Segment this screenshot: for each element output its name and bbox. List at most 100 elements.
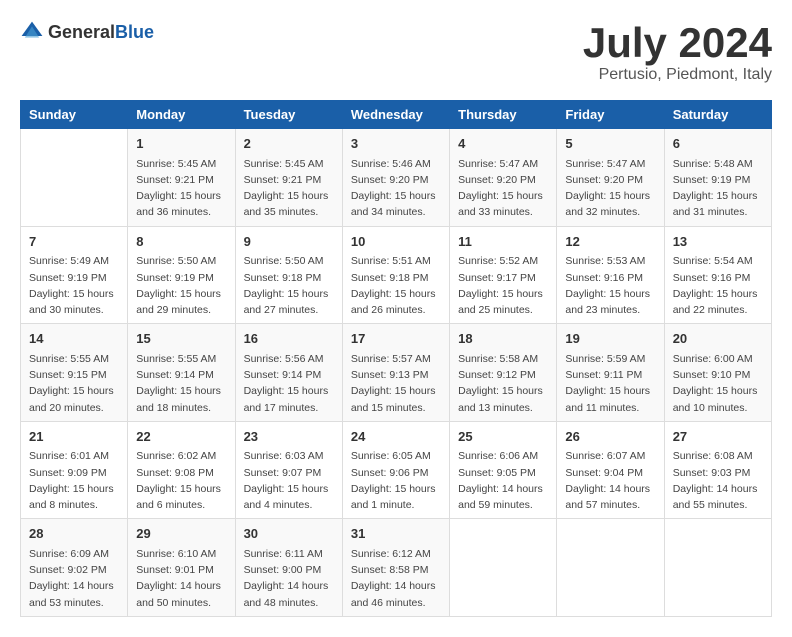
calendar-table: SundayMondayTuesdayWednesdayThursdayFrid…	[20, 100, 772, 617]
day-number: 15	[136, 329, 226, 349]
day-info: Sunrise: 5:53 AMSunset: 9:16 PMDaylight:…	[565, 253, 655, 318]
day-info: Sunrise: 5:59 AMSunset: 9:11 PMDaylight:…	[565, 351, 655, 416]
day-number: 12	[565, 232, 655, 252]
calendar-cell: 10Sunrise: 5:51 AMSunset: 9:18 PMDayligh…	[342, 226, 449, 324]
calendar-cell: 17Sunrise: 5:57 AMSunset: 9:13 PMDayligh…	[342, 324, 449, 422]
calendar-cell: 8Sunrise: 5:50 AMSunset: 9:19 PMDaylight…	[128, 226, 235, 324]
day-info: Sunrise: 6:10 AMSunset: 9:01 PMDaylight:…	[136, 546, 226, 611]
calendar-cell: 9Sunrise: 5:50 AMSunset: 9:18 PMDaylight…	[235, 226, 342, 324]
calendar-week-row: 14Sunrise: 5:55 AMSunset: 9:15 PMDayligh…	[21, 324, 772, 422]
day-info: Sunrise: 5:50 AMSunset: 9:18 PMDaylight:…	[244, 253, 334, 318]
day-number: 10	[351, 232, 441, 252]
day-number: 28	[29, 524, 119, 544]
calendar-week-row: 21Sunrise: 6:01 AMSunset: 9:09 PMDayligh…	[21, 421, 772, 519]
calendar-cell: 7Sunrise: 5:49 AMSunset: 9:19 PMDaylight…	[21, 226, 128, 324]
logo-icon	[20, 20, 44, 44]
calendar-header-friday: Friday	[557, 101, 664, 129]
day-info: Sunrise: 5:48 AMSunset: 9:19 PMDaylight:…	[673, 156, 763, 221]
day-number: 25	[458, 427, 548, 447]
calendar-cell: 15Sunrise: 5:55 AMSunset: 9:14 PMDayligh…	[128, 324, 235, 422]
day-number: 8	[136, 232, 226, 252]
calendar-header-row: SundayMondayTuesdayWednesdayThursdayFrid…	[21, 101, 772, 129]
day-number: 17	[351, 329, 441, 349]
calendar-cell: 26Sunrise: 6:07 AMSunset: 9:04 PMDayligh…	[557, 421, 664, 519]
calendar-cell: 18Sunrise: 5:58 AMSunset: 9:12 PMDayligh…	[450, 324, 557, 422]
calendar-cell	[21, 129, 128, 227]
day-number: 3	[351, 134, 441, 154]
day-info: Sunrise: 6:09 AMSunset: 9:02 PMDaylight:…	[29, 546, 119, 611]
day-number: 23	[244, 427, 334, 447]
day-number: 18	[458, 329, 548, 349]
logo-blue-text: Blue	[115, 22, 154, 42]
calendar-cell	[664, 519, 771, 617]
calendar-week-row: 1 Sunrise: 5:45 AMSunset: 9:21 PMDaylight…	[21, 129, 772, 227]
day-number: 5	[565, 134, 655, 154]
day-info: Sunrise: 5:47 AMSunset: 9:20 PMDaylight:…	[458, 156, 548, 221]
calendar-cell	[450, 519, 557, 617]
calendar-cell: 30Sunrise: 6:11 AMSunset: 9:00 PMDayligh…	[235, 519, 342, 617]
page-subtitle: Pertusio, Piedmont, Italy	[583, 66, 772, 84]
day-info: Sunrise: 6:03 AMSunset: 9:07 PMDaylight:…	[244, 448, 334, 513]
calendar-cell: 12Sunrise: 5:53 AMSunset: 9:16 PMDayligh…	[557, 226, 664, 324]
day-info: Sunrise: 5:57 AMSunset: 9:13 PMDaylight:…	[351, 351, 441, 416]
calendar-cell	[557, 519, 664, 617]
calendar-header-saturday: Saturday	[664, 101, 771, 129]
calendar-cell: 13Sunrise: 5:54 AMSunset: 9:16 PMDayligh…	[664, 226, 771, 324]
day-info: Sunrise: 5:51 AMSunset: 9:18 PMDaylight:…	[351, 253, 441, 318]
day-number: 19	[565, 329, 655, 349]
day-info: Sunrise: 5:52 AMSunset: 9:17 PMDaylight:…	[458, 253, 548, 318]
day-info: Sunrise: 5:55 AMSunset: 9:15 PMDaylight:…	[29, 351, 119, 416]
calendar-cell: 27Sunrise: 6:08 AMSunset: 9:03 PMDayligh…	[664, 421, 771, 519]
day-number: 26	[565, 427, 655, 447]
day-info: Sunrise: 5:47 AMSunset: 9:20 PMDaylight:…	[565, 156, 655, 221]
day-info: Sunrise: 6:00 AMSunset: 9:10 PMDaylight:…	[673, 351, 763, 416]
calendar-header-tuesday: Tuesday	[235, 101, 342, 129]
calendar-cell: 1Sunrise: 5:45 AMSunset: 9:21 PMDaylight…	[128, 129, 235, 227]
day-number: 21	[29, 427, 119, 447]
calendar-cell: 16Sunrise: 5:56 AMSunset: 9:14 PMDayligh…	[235, 324, 342, 422]
day-info: Sunrise: 5:49 AMSunset: 9:19 PMDaylight:…	[29, 253, 119, 318]
day-info: Sunrise: 5:56 AMSunset: 9:14 PMDaylight:…	[244, 351, 334, 416]
title-area: July 2024 Pertusio, Piedmont, Italy	[583, 20, 772, 84]
day-info: Sunrise: 5:58 AMSunset: 9:12 PMDaylight:…	[458, 351, 548, 416]
day-number: 4	[458, 134, 548, 154]
calendar-cell: 21Sunrise: 6:01 AMSunset: 9:09 PMDayligh…	[21, 421, 128, 519]
day-number: 20	[673, 329, 763, 349]
day-info: Sunrise: 6:12 AMSunset: 8:58 PMDaylight:…	[351, 546, 441, 611]
calendar-cell: 3Sunrise: 5:46 AMSunset: 9:20 PMDaylight…	[342, 129, 449, 227]
calendar-header-monday: Monday	[128, 101, 235, 129]
day-number: 27	[673, 427, 763, 447]
calendar-cell: 23Sunrise: 6:03 AMSunset: 9:07 PMDayligh…	[235, 421, 342, 519]
calendar-cell: 22Sunrise: 6:02 AMSunset: 9:08 PMDayligh…	[128, 421, 235, 519]
day-number: 24	[351, 427, 441, 447]
day-number: 9	[244, 232, 334, 252]
calendar-cell: 2Sunrise: 5:45 AMSunset: 9:21 PMDaylight…	[235, 129, 342, 227]
day-info: Sunrise: 5:45 AMSunset: 9:21 PMDaylight:…	[244, 156, 334, 221]
day-info: Sunrise: 5:55 AMSunset: 9:14 PMDaylight:…	[136, 351, 226, 416]
calendar-cell: 11Sunrise: 5:52 AMSunset: 9:17 PMDayligh…	[450, 226, 557, 324]
day-info: Sunrise: 5:50 AMSunset: 9:19 PMDaylight:…	[136, 253, 226, 318]
calendar-cell: 14Sunrise: 5:55 AMSunset: 9:15 PMDayligh…	[21, 324, 128, 422]
day-number: 11	[458, 232, 548, 252]
calendar-week-row: 7Sunrise: 5:49 AMSunset: 9:19 PMDaylight…	[21, 226, 772, 324]
logo-general-text: General	[48, 22, 115, 42]
day-info: Sunrise: 6:08 AMSunset: 9:03 PMDaylight:…	[673, 448, 763, 513]
calendar-cell: 24Sunrise: 6:05 AMSunset: 9:06 PMDayligh…	[342, 421, 449, 519]
day-number: 1	[136, 134, 226, 154]
header: GeneralBlue July 2024 Pertusio, Piedmont…	[20, 20, 772, 84]
day-number: 13	[673, 232, 763, 252]
calendar-header-thursday: Thursday	[450, 101, 557, 129]
day-number: 14	[29, 329, 119, 349]
calendar-cell: 29Sunrise: 6:10 AMSunset: 9:01 PMDayligh…	[128, 519, 235, 617]
day-number: 2	[244, 134, 334, 154]
day-info: Sunrise: 5:54 AMSunset: 9:16 PMDaylight:…	[673, 253, 763, 318]
page-title: July 2024	[583, 20, 772, 66]
day-info: Sunrise: 5:46 AMSunset: 9:20 PMDaylight:…	[351, 156, 441, 221]
calendar-header-wednesday: Wednesday	[342, 101, 449, 129]
calendar-cell: 19Sunrise: 5:59 AMSunset: 9:11 PMDayligh…	[557, 324, 664, 422]
day-number: 22	[136, 427, 226, 447]
day-number: 29	[136, 524, 226, 544]
day-info: Sunrise: 6:07 AMSunset: 9:04 PMDaylight:…	[565, 448, 655, 513]
calendar-cell: 28Sunrise: 6:09 AMSunset: 9:02 PMDayligh…	[21, 519, 128, 617]
day-number: 7	[29, 232, 119, 252]
